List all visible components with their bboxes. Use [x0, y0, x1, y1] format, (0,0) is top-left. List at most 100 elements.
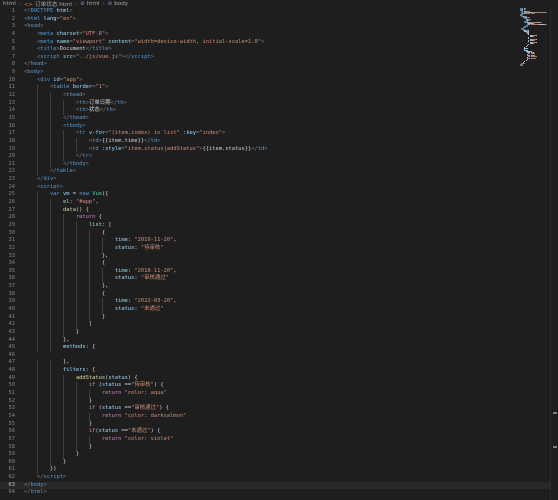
code-line[interactable]: 2 <html lang="en">: [0, 16, 558, 24]
code-line[interactable]: 64 </html>: [0, 489, 558, 497]
vertical-scrollbar[interactable]: [550, 8, 558, 500]
code-token: ) {: [150, 428, 161, 435]
code-line[interactable]: 53 if (status =="审核通过") {: [0, 405, 558, 413]
code-line[interactable]: 7 <script src="../js/vue.js"></script>: [0, 54, 558, 62]
code-line[interactable]: 29 list: [: [0, 221, 558, 230]
code-line[interactable]: 36 status: "审核通过": [0, 275, 558, 284]
code-line[interactable]: 47 },: [0, 359, 558, 368]
line-number: 23: [8, 176, 16, 183]
code-token: "2018-11-20": [134, 267, 174, 274]
code-token: }): [24, 466, 57, 473]
code-line[interactable]: 12 <thead>: [0, 92, 558, 100]
code-token: 状态: [88, 107, 100, 114]
code-line[interactable]: 15 </thead>: [0, 114, 558, 123]
breadcrumb-item[interactable]: ⊘ body: [108, 1, 128, 7]
code-token: <: [24, 137, 93, 144]
code-token: head: [30, 61, 44, 68]
code-line[interactable]: 26 el: "#app",: [0, 199, 558, 207]
code-line[interactable]: 37 },: [0, 283, 558, 291]
code-line[interactable]: 8 </head>: [0, 61, 558, 69]
minimap-stroke: [530, 24, 539, 26]
code-line[interactable]: 45 methods: {: [0, 344, 558, 352]
code-line[interactable]: 10 <div id="app">: [0, 77, 558, 85]
code-line[interactable]: 28 return {: [0, 214, 558, 222]
code-line[interactable]: 21 </tbody>: [0, 160, 558, 169]
code-text: }: [24, 444, 92, 452]
code-line[interactable]: 63 </body>: [0, 481, 558, 490]
code-line[interactable]: 58 }: [0, 443, 558, 452]
code-line[interactable]: 19 <td :style="item.status|addStatus">{{…: [0, 145, 558, 154]
code-token: >: [72, 15, 76, 22]
code-line[interactable]: 23 </div>: [0, 176, 558, 184]
code-line[interactable]: 4 <meta charset="UTF-8">: [0, 31, 558, 39]
breadcrumb-item[interactable]: <> 订单状态.html: [24, 0, 72, 8]
code-line[interactable]: 39 time: "2022-03-20",: [0, 298, 558, 306]
code-editor[interactable]: 1 <!DOCTYPE html> 2 <html lang="en"> 3 <head>…: [0, 8, 558, 500]
code-token: >: [43, 61, 47, 68]
code-line[interactable]: 31 time: "2019-11-20",: [0, 237, 558, 245]
code-line[interactable]: 60 }: [0, 458, 558, 467]
line-number: 55: [8, 420, 16, 427]
code-line[interactable]: 50 if (status =="待审核") {: [0, 382, 558, 391]
code-text: </script>: [24, 474, 66, 482]
code-text: time: "2022-03-20",: [24, 298, 177, 306]
code-line[interactable]: 30 {: [0, 229, 558, 238]
code-token: >: [85, 160, 89, 167]
code-line[interactable]: 9 <body>: [0, 69, 558, 77]
code-line[interactable]: 57 return "color: violet": [0, 435, 558, 444]
code-line[interactable]: 56 if(status =="未通过") {: [0, 428, 558, 436]
minimap[interactable]: [520, 8, 550, 68]
code-line[interactable]: 38 {: [0, 290, 558, 299]
code-line[interactable]: 54 return "color: darksalmon": [0, 412, 558, 421]
code-token: <: [24, 107, 80, 114]
code-token: new: [79, 191, 89, 198]
code-line[interactable]: 24 <script>: [0, 184, 558, 192]
code-line[interactable]: 33 },: [0, 252, 558, 261]
code-line[interactable]: 25 var vm = new Vue({: [0, 191, 558, 200]
code-token: {: [24, 229, 106, 236]
code-line[interactable]: 61 }): [0, 466, 558, 475]
code-token: Vue: [92, 191, 102, 198]
code-line[interactable]: 62 </script>: [0, 474, 558, 482]
code-line[interactable]: 42 ]: [0, 321, 558, 329]
code-token: <: [24, 130, 80, 137]
code-line[interactable]: 59 }: [0, 451, 558, 459]
code-line[interactable]: 3 <head>: [0, 23, 558, 31]
code-token: title: [40, 46, 57, 53]
code-line[interactable]: 48 filters: {: [0, 367, 558, 375]
code-line[interactable]: 18 <td>{{item.time}}</td>: [0, 137, 558, 146]
code-line[interactable]: 27 data() {: [0, 206, 558, 215]
code-line[interactable]: 14 <th>状态</th>: [0, 107, 558, 115]
code-line[interactable]: 20 </tr>: [0, 153, 558, 161]
code-line[interactable]: 17 <tr v-for="(item,index) in list" :key…: [0, 130, 558, 138]
code-line[interactable]: 1 <!DOCTYPE html>: [0, 8, 558, 16]
code-token: status: [114, 305, 135, 312]
code-text: <head>: [24, 23, 43, 31]
code-token: >: [157, 137, 161, 144]
code-line[interactable]: 22 </table>: [0, 168, 558, 177]
breadcrumb-item[interactable]: html: [3, 1, 16, 7]
code-text: </html>: [24, 489, 47, 497]
code-line[interactable]: 46: [0, 352, 558, 360]
code-line[interactable]: 5 <meta name="viewport" content="width=d…: [0, 39, 558, 47]
code-line[interactable]: 43 }: [0, 328, 558, 337]
code-text: <title>Document</title>: [24, 46, 112, 54]
breadcrumb-item[interactable]: ⊘ html: [80, 1, 99, 7]
code-line[interactable]: 34 {: [0, 260, 558, 268]
code-line[interactable]: 16 <tbody>: [0, 122, 558, 131]
code-line[interactable]: 40 status: "未通过": [0, 305, 558, 314]
code-line[interactable]: 32 status: "待审核": [0, 244, 558, 253]
code-line[interactable]: 6 <title>Document</title>: [0, 46, 558, 54]
code-token: >: [260, 38, 265, 45]
code-line[interactable]: 51 return "color: aqua": [0, 390, 558, 398]
code-token: "未通过": [140, 305, 164, 312]
code-line[interactable]: 11 <table border="1">: [0, 84, 558, 93]
line-number: 18: [8, 137, 16, 144]
code-line[interactable]: 41 }: [0, 313, 558, 322]
code-line[interactable]: 44 },: [0, 336, 558, 345]
code-token: =: [69, 191, 80, 198]
code-token: var: [49, 191, 60, 198]
